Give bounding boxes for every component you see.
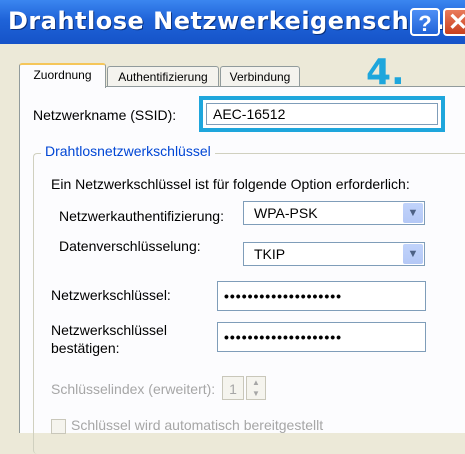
encryption-label: Datenverschlüsselung:	[59, 238, 201, 254]
chevron-down-icon[interactable]: ▼	[403, 244, 423, 264]
confirm-key-input[interactable]: ••••••••••••••••••••	[217, 322, 426, 352]
window-title: Drahtlose Netzwerkeigenschaf...	[8, 7, 465, 35]
help-button[interactable]: ?	[410, 8, 440, 36]
encryption-select[interactable]: TKIP ▼	[243, 242, 425, 266]
key-index-label: Schlüsselindex (erweitert):	[51, 381, 216, 397]
wireless-key-group-title: Drahtlosnetzwerkschlüssel	[41, 143, 215, 159]
tab-authentifizierung[interactable]: Authentifizierung	[107, 66, 219, 86]
confirm-key-label-line1: Netzwerkschlüssel	[51, 322, 167, 338]
key-required-info: Ein Netzwerkschlüssel ist für folgende O…	[51, 176, 410, 192]
encryption-value: TKIP	[254, 246, 286, 262]
title-bar[interactable]: Drahtlose Netzwerkeigenschaf... ? ✕	[0, 0, 465, 44]
ssid-highlight: AEC-16512	[199, 96, 445, 132]
network-key-input[interactable]: ••••••••••••••••••••	[217, 281, 426, 311]
auth-value: WPA-PSK	[254, 205, 318, 221]
ssid-label: Netzwerkname (SSID):	[33, 107, 177, 123]
chevron-down-icon[interactable]: ▼	[403, 203, 423, 223]
step-number: 4.	[366, 52, 405, 93]
tab-zuordnung[interactable]: Zuordnung	[19, 63, 106, 88]
tab-verbindung[interactable]: Verbindung	[220, 66, 300, 86]
auth-label: Netzwerkauthentifizierung:	[59, 208, 224, 224]
close-button[interactable]: ✕	[443, 8, 465, 36]
network-key-label: Netzwerkschlüssel:	[51, 287, 171, 303]
auto-key-checkbox[interactable]	[51, 419, 66, 434]
confirm-key-label-line2: bestätigen:	[51, 340, 120, 356]
spinner-arrows-icon[interactable]: ▲ ▼	[246, 376, 266, 400]
auth-select[interactable]: WPA-PSK ▼	[243, 201, 425, 225]
ssid-input[interactable]: AEC-16512	[206, 103, 438, 125]
key-index-field[interactable]: 1	[222, 376, 244, 400]
auto-key-label: Schlüssel wird automatisch bereitgestell…	[71, 417, 324, 433]
